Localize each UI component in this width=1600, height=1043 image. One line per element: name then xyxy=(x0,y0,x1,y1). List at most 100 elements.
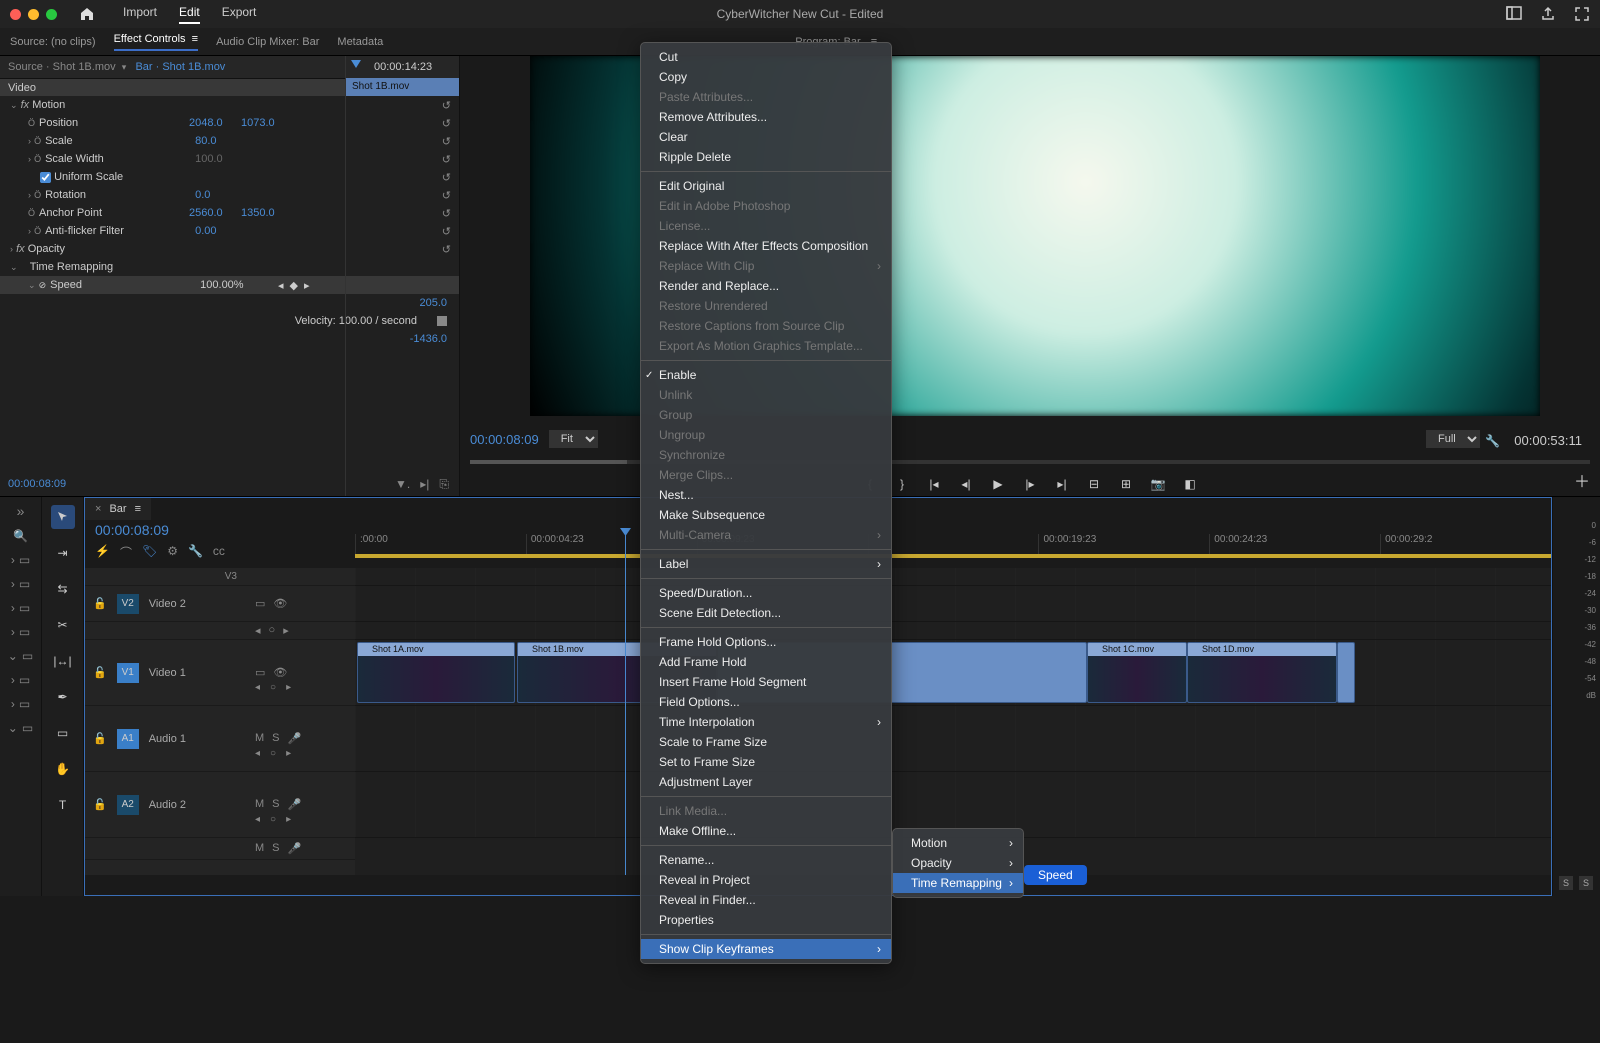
ctx-item[interactable]: Edit Original xyxy=(641,176,891,196)
ctx-item[interactable]: Rename... xyxy=(641,850,891,870)
timeline-ruler[interactable]: :00:00 00:00:04:23 00:00:09:23 00:00:19:… xyxy=(355,534,1551,554)
solo-right[interactable]: S xyxy=(1579,876,1593,890)
ctx-item[interactable]: Frame Hold Options... xyxy=(641,632,891,652)
ctx-sub-item[interactable]: Time Remapping› xyxy=(893,873,1023,893)
lock-icon[interactable]: 🔓 xyxy=(93,732,107,745)
rail-row[interactable]: ›▭ xyxy=(11,553,30,567)
menu-edit[interactable]: Edit xyxy=(179,5,200,24)
close-tab-icon[interactable]: × xyxy=(95,503,101,515)
window-close[interactable] xyxy=(10,9,21,20)
ctx-item[interactable]: Insert Frame Hold Segment xyxy=(641,672,891,692)
toggle-output-icon[interactable]: ▭ xyxy=(255,597,265,610)
track-v2[interactable] xyxy=(355,586,1551,622)
mute-icon[interactable]: M xyxy=(255,798,264,811)
ctx-item[interactable]: Scale to Frame Size xyxy=(641,732,891,752)
razor-tool[interactable]: ✂ xyxy=(51,613,75,637)
wrench-icon[interactable]: 🔧 xyxy=(188,544,203,561)
selection-tool[interactable] xyxy=(51,505,75,529)
eye-icon[interactable]: 👁 xyxy=(273,666,287,679)
lock-icon[interactable]: 🔓 xyxy=(93,666,107,679)
extract-icon[interactable]: ⊞ xyxy=(1117,477,1135,491)
settings-icon[interactable]: ⚙ xyxy=(167,544,178,561)
kf-prev-icon[interactable]: ◂ xyxy=(278,279,284,292)
track-a1[interactable] xyxy=(355,706,1551,772)
ctx-item[interactable]: Render and Replace... xyxy=(641,276,891,296)
solo-left[interactable]: S xyxy=(1559,876,1573,890)
ripple-tool[interactable]: ⇆ xyxy=(51,577,75,601)
go-in-icon[interactable]: |◂ xyxy=(925,477,943,491)
track-header-a1[interactable]: 🔓 A1 Audio 1 MS🎤 ◂○▸ xyxy=(85,706,355,772)
track-select-tool[interactable]: ⇥ xyxy=(51,541,75,565)
settings-icon[interactable]: 🔧 xyxy=(1485,434,1500,448)
ctx-item[interactable]: Scene Edit Detection... xyxy=(641,603,891,623)
ctx-item[interactable]: Show Clip Keyframes› xyxy=(641,939,891,959)
slip-tool[interactable]: |↔| xyxy=(51,649,75,673)
ctx-item[interactable]: Speed/Duration... xyxy=(641,583,891,603)
ctx-item[interactable]: Remove Attributes... xyxy=(641,107,891,127)
ctx-sub-item[interactable]: Opacity› xyxy=(893,853,1023,873)
lift-icon[interactable]: ⊟ xyxy=(1085,477,1103,491)
clip[interactable]: fxShot 1D.mov xyxy=(1187,642,1337,703)
resolution-select[interactable]: Full xyxy=(1426,430,1480,448)
link-icon[interactable]: ⌒ xyxy=(120,544,132,561)
context-menu[interactable]: CutCopyPaste Attributes...Remove Attribu… xyxy=(640,42,892,964)
home-icon[interactable] xyxy=(79,6,95,22)
ctx-item[interactable]: Add Frame Hold xyxy=(641,652,891,672)
io-icon[interactable]: ▸| xyxy=(420,477,429,492)
export-frame-icon[interactable]: ⎘ xyxy=(439,477,449,492)
track-header-v2[interactable]: 🔓 V2 Video 2 ▭👁 xyxy=(85,586,355,622)
marker-icon[interactable]: 🏷 xyxy=(142,544,157,561)
timeline-timecode[interactable]: 00:00:08:09 xyxy=(95,522,169,538)
expand-icon[interactable]: » xyxy=(17,503,25,519)
rail-row[interactable]: ⌄▭ xyxy=(8,649,33,663)
add-button-icon[interactable]: ＋ xyxy=(1574,468,1590,492)
lock-icon[interactable]: 🔓 xyxy=(93,798,107,811)
toggle-output-icon[interactable]: ▭ xyxy=(255,666,265,679)
ctx-item[interactable]: Ripple Delete xyxy=(641,147,891,167)
share-icon[interactable] xyxy=(1540,6,1556,22)
tab-source[interactable]: Source: (no clips) xyxy=(10,36,96,48)
track-header-v1[interactable]: 🔓 V1 Video 1 ▭👁 ◂○▸ xyxy=(85,640,355,706)
clip[interactable]: fxShot 1C.mov xyxy=(1087,642,1187,703)
lock-icon[interactable]: 🔓 xyxy=(93,597,107,610)
pen-tool[interactable]: ✒ xyxy=(51,685,75,709)
tab-menu-icon[interactable]: ≡ xyxy=(135,503,141,515)
eye-icon[interactable]: 👁 xyxy=(273,597,287,610)
ctx-item[interactable]: Make Offline... xyxy=(641,821,891,841)
camera-icon[interactable]: 📷 xyxy=(1149,477,1167,491)
track-header-a2[interactable]: 🔓 A2 Audio 2 MS🎤 ◂○▸ xyxy=(85,772,355,838)
rail-row[interactable]: ›▭ xyxy=(11,577,30,591)
ctx-item[interactable]: Label› xyxy=(641,554,891,574)
mic-icon[interactable]: 🎤 xyxy=(288,732,302,745)
snap-icon[interactable]: ⚡ xyxy=(95,544,110,561)
comparison-icon[interactable]: ◧ xyxy=(1181,477,1199,491)
rectangle-tool[interactable]: ▭ xyxy=(51,721,75,745)
ctx-item[interactable]: Nest... xyxy=(641,485,891,505)
ec-timecode[interactable]: 00:00:08:09 xyxy=(8,478,66,490)
track-v1[interactable]: fxShot 1A.movfxShot 1B.movfxShot 1C.movf… xyxy=(355,640,1551,706)
rail-row[interactable]: ›▭ xyxy=(11,625,30,639)
context-submenu[interactable]: Motion›Opacity›Time Remapping› xyxy=(892,828,1024,898)
menu-export[interactable]: Export xyxy=(222,5,257,24)
go-out-icon[interactable]: ▸| xyxy=(1053,477,1071,491)
type-tool[interactable]: T xyxy=(51,793,75,817)
cc-icon[interactable]: cc xyxy=(213,544,225,561)
ctx-item[interactable]: Set to Frame Size xyxy=(641,752,891,772)
playhead[interactable] xyxy=(625,534,626,875)
solo-icon[interactable]: S xyxy=(272,732,279,745)
filter-icon[interactable]: ▼. xyxy=(395,477,410,492)
mic-icon[interactable]: 🎤 xyxy=(288,798,302,811)
context-submenu-speed[interactable]: Speed xyxy=(1024,865,1087,885)
step-fwd-icon[interactable]: |▸ xyxy=(1021,477,1039,491)
tab-effect-controls[interactable]: Effect Controls ≡ xyxy=(114,33,198,51)
ec-tl-clip[interactable]: Shot 1B.mov xyxy=(346,78,459,96)
fullscreen-icon[interactable] xyxy=(1574,6,1590,22)
kf-add-icon[interactable]: ◆ xyxy=(290,279,298,292)
ctx-item[interactable]: Time Interpolation› xyxy=(641,712,891,732)
ctx-item[interactable]: Cut xyxy=(641,47,891,67)
ctx-item[interactable]: Field Options... xyxy=(641,692,891,712)
menu-import[interactable]: Import xyxy=(123,5,157,24)
track-header-v3[interactable]: V3 xyxy=(85,568,355,586)
search-icon[interactable]: 🔍 xyxy=(13,529,28,543)
rail-row[interactable]: ⌄▭ xyxy=(8,721,33,735)
